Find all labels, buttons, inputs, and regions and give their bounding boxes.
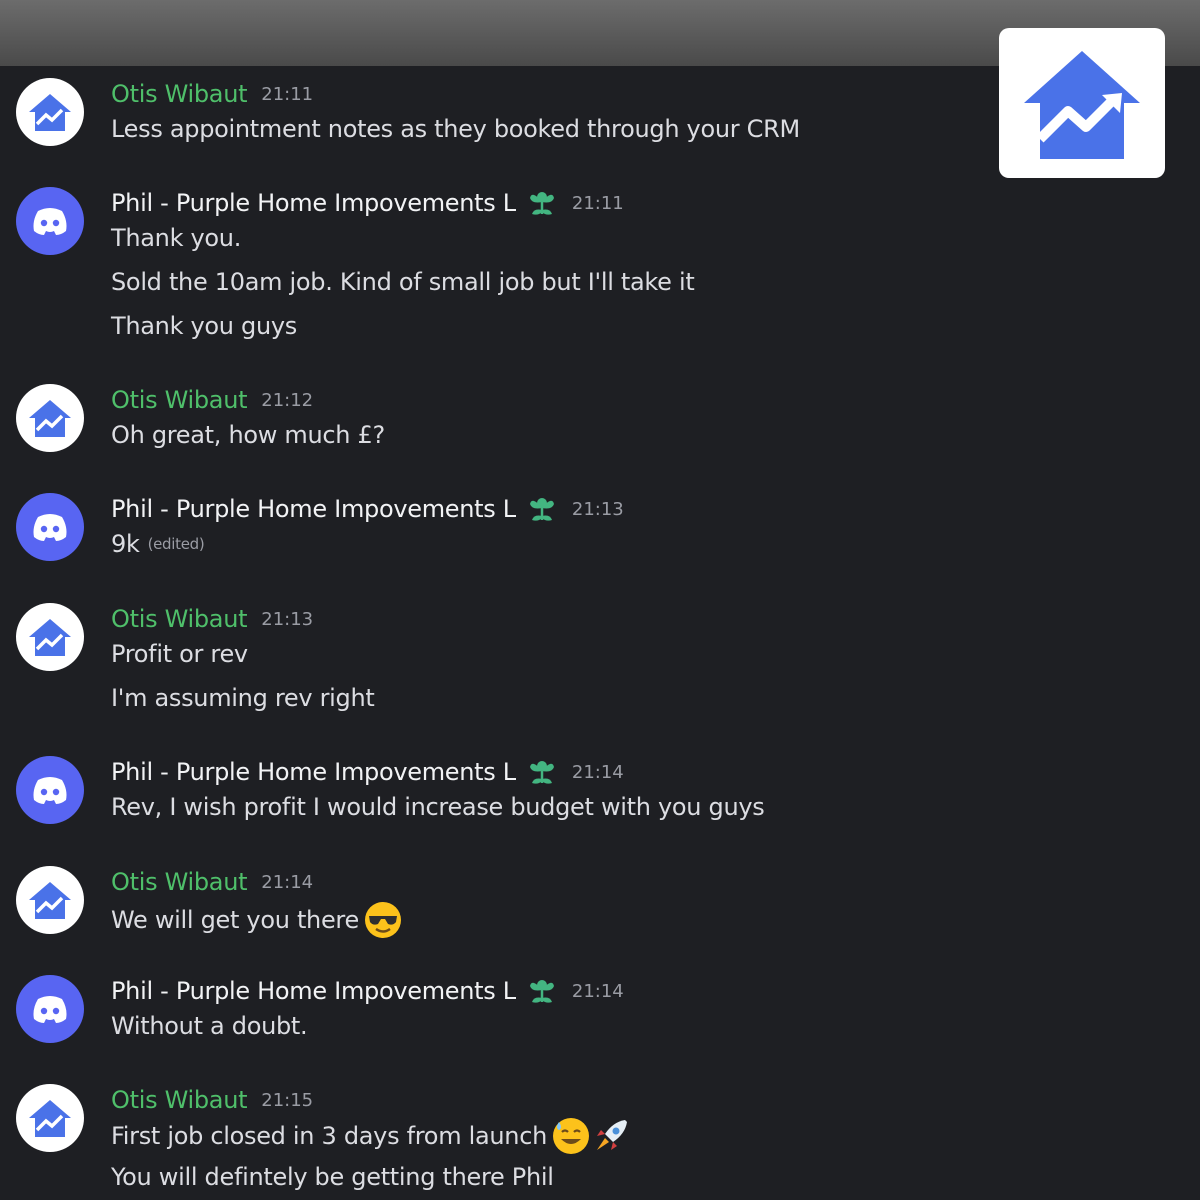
timestamp: 21:13 — [261, 608, 314, 630]
message-content: First job closed in 3 days from launch — [111, 1122, 547, 1150]
message-content: 9k — [111, 530, 140, 558]
message-text: Thank you. — [111, 224, 242, 252]
message-text: Sold the 10am job. Kind of small job but… — [111, 268, 695, 296]
brand-logo — [999, 28, 1165, 178]
house-trend-logo — [1024, 51, 1140, 159]
author-name[interactable]: Otis Wibaut — [111, 868, 248, 896]
house-trend-icon — [29, 619, 71, 656]
message-text: First job closed in 3 days from launch — [111, 1116, 631, 1156]
discord-icon — [33, 514, 67, 541]
message-text: I'm assuming rev right — [111, 684, 375, 712]
discord-icon — [33, 208, 67, 235]
avatar[interactable] — [16, 975, 84, 1043]
author-name[interactable]: Otis Wibaut — [111, 605, 248, 633]
author-name[interactable]: Phil - Purple Home Impovements L — [111, 495, 516, 523]
avatar[interactable] — [16, 187, 84, 255]
edited-label: (edited) — [147, 535, 205, 553]
sweat-smile-emoji-icon — [551, 1116, 591, 1156]
rocket-emoji-icon — [591, 1116, 631, 1156]
timestamp: 21:14 — [571, 761, 624, 783]
message-text: Without a doubt. — [111, 1012, 308, 1040]
message-text: Profit or rev — [111, 640, 248, 668]
timestamp: 21:14 — [571, 980, 624, 1002]
avatar[interactable] — [16, 384, 84, 452]
green-flower-badge-icon — [526, 188, 558, 218]
timestamp: 21:15 — [261, 1089, 314, 1111]
author-name[interactable]: Phil - Purple Home Impovements L — [111, 758, 516, 786]
author-name[interactable]: Phil - Purple Home Impovements L — [111, 977, 516, 1005]
house-trend-icon — [29, 1100, 71, 1137]
timestamp: 21:13 — [571, 498, 624, 520]
avatar[interactable] — [16, 603, 84, 671]
message-text: Less appointment notes as they booked th… — [111, 115, 800, 143]
discord-icon — [33, 777, 67, 804]
author-name[interactable]: Otis Wibaut — [111, 80, 248, 108]
avatar[interactable] — [16, 493, 84, 561]
message-text: Thank you guys — [111, 312, 297, 340]
green-flower-badge-icon — [526, 494, 558, 524]
author-name[interactable]: Otis Wibaut — [111, 1086, 248, 1114]
timestamp: 21:11 — [571, 192, 624, 214]
message-text: We will get you there — [111, 900, 403, 940]
timestamp: 21:11 — [261, 83, 314, 105]
message-content: We will get you there — [111, 906, 359, 934]
message-text: 9k (edited) — [111, 530, 205, 558]
green-flower-badge-icon — [526, 976, 558, 1006]
author-name[interactable]: Phil - Purple Home Impovements L — [111, 189, 516, 217]
avatar[interactable] — [16, 78, 84, 146]
message-text: Oh great, how much £? — [111, 421, 385, 449]
timestamp: 21:14 — [261, 871, 314, 893]
avatar[interactable] — [16, 756, 84, 824]
message-text: Rev, I wish profit I would increase budg… — [111, 793, 765, 821]
discord-icon — [33, 996, 67, 1023]
avatar[interactable] — [16, 866, 84, 934]
message-text: You will defintely be getting there Phil — [111, 1163, 554, 1191]
sunglasses-emoji-icon — [363, 900, 403, 940]
house-trend-icon — [29, 882, 71, 919]
timestamp: 21:12 — [261, 389, 314, 411]
avatar[interactable] — [16, 1084, 84, 1152]
green-flower-badge-icon — [526, 757, 558, 787]
author-name[interactable]: Otis Wibaut — [111, 386, 248, 414]
house-trend-icon — [29, 400, 71, 437]
house-trend-icon — [29, 94, 71, 131]
